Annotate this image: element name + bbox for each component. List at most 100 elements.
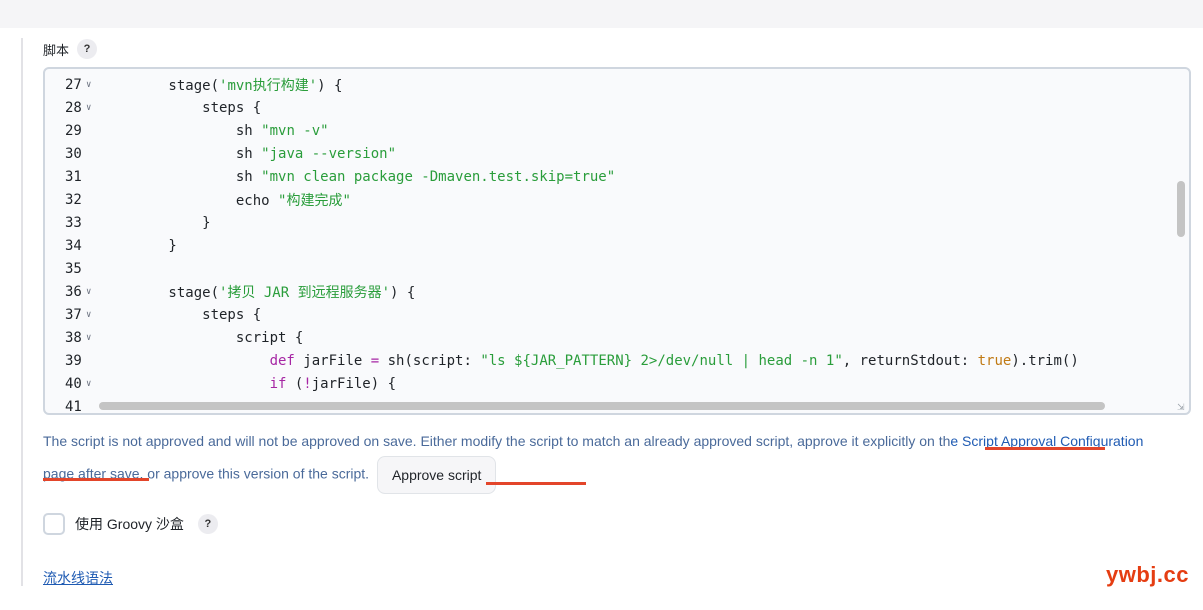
code-text[interactable]: steps { [101,307,1173,323]
code-text[interactable]: sh "mvn -v" [101,123,1173,139]
script-help-icon[interactable]: ? [77,39,98,59]
code-text[interactable]: stage('mvn执行构建') { [101,75,1173,95]
code-token: "ls ${JAR_PATTERN} 2>/dev/null | head -n… [480,352,843,369]
code-line: 29 sh "mvn -v" [45,119,1173,142]
groovy-sandbox-label: 使用 Groovy 沙盒 [75,516,184,532]
code-token: if [101,375,287,392]
code-text[interactable]: script { [101,330,1173,346]
watermark-logo: ywbj.cc [1106,562,1189,587]
horizontal-scrollbar-track [95,401,1173,411]
line-number: 33 [65,214,82,231]
line-number: 34 [65,237,82,254]
line-gutter: 28 ∨ [45,100,101,116]
code-line: 27 ∨ stage('mvn执行构建') { [45,73,1173,96]
code-token: sh(script: [379,352,481,369]
code-line: 31 sh "mvn clean package -Dmaven.test.sk… [45,165,1173,188]
code-text[interactable]: if (!jarFile) { [101,376,1173,392]
fold-chevron-icon[interactable]: ∨ [86,103,98,113]
code-token: true [977,352,1012,369]
code-lines: 27 ∨ stage('mvn执行构建') { 28 ∨ steps { 29 sh "… [45,73,1173,414]
code-token: "mvn clean package -Dmaven.test.skip=tru… [261,168,616,185]
fold-chevron-icon[interactable]: ∨ [86,379,98,389]
code-token: steps { [101,99,262,116]
code-line: 33 } [45,211,1173,234]
code-line: 32 echo "构建完成" [45,188,1173,211]
line-number: 39 [65,352,82,369]
sandbox-help-icon[interactable]: ? [197,514,218,534]
code-line: 38 ∨ script { [45,326,1173,349]
code-token: stage( [101,77,220,94]
code-token: '拷贝 JAR 到远程服务器' [219,284,391,301]
groovy-sandbox-option: 使用 Groovy 沙盒 ? [43,513,218,535]
code-token: "java --version" [261,145,397,162]
code-token: ) { [390,284,416,301]
line-gutter: 39 [45,353,101,369]
line-number: 32 [65,191,82,208]
line-number: 29 [65,122,82,139]
code-token: ).trim() [1011,352,1079,369]
warning-text-before: The script is not approved and will not … [43,433,951,449]
line-gutter: 32 [45,192,101,208]
code-token: sh [101,122,262,139]
line-gutter: 33 [45,215,101,231]
code-token: 'mvn执行构建' [219,77,318,94]
underline-annotation-approve-button [486,482,586,485]
code-text[interactable]: } [101,238,1173,254]
code-text[interactable]: sh "java --version" [101,146,1173,162]
code-text[interactable]: echo "构建完成" [101,190,1173,210]
fold-chevron-icon[interactable]: ∨ [86,287,98,297]
underline-annotation-configuration [43,478,149,481]
line-number: 35 [65,260,82,277]
line-gutter: 40 ∨ [45,376,101,392]
fold-chevron-icon[interactable]: ∨ [86,310,98,320]
code-token: } [101,237,177,254]
code-token: , returnStdout: [842,352,978,369]
line-gutter: 34 [45,238,101,254]
code-line: 37 ∨ steps { [45,303,1173,326]
script-editor[interactable]: 27 ∨ stage('mvn执行构建') { 28 ∨ steps { 29 sh "… [43,67,1191,415]
code-token: jarFile) { [311,375,397,392]
code-text[interactable]: stage('拷贝 JAR 到远程服务器') { [101,282,1173,302]
code-line: 34 } [45,234,1173,257]
code-line: 39 def jarFile = sh(script: "ls ${JAR_PA… [45,349,1173,372]
line-gutter: 31 [45,169,101,185]
code-token: stage( [101,284,220,301]
line-gutter: 41 [45,399,101,414]
pipeline-syntax-link[interactable]: 流水线语法 [43,568,113,588]
line-gutter: 35 [45,261,101,277]
code-text[interactable]: def jarFile = sh(script: "ls ${JAR_PATTE… [101,353,1173,369]
approve-script-button[interactable]: Approve script [376,456,497,494]
horizontal-scrollbar[interactable] [99,402,1105,410]
resize-handle-icon[interactable]: ⇲ [1177,402,1187,412]
code-token: script { [101,329,304,346]
script-field-label: 脚本 ? [43,39,98,59]
line-gutter: 38 ∨ [45,330,101,346]
vertical-scrollbar[interactable] [1177,181,1185,237]
code-line: 28 ∨ steps { [45,96,1173,119]
fold-chevron-icon[interactable]: ∨ [86,80,98,90]
code-token: ) { [317,77,343,94]
code-token: def [101,352,295,369]
line-number: 40 [65,375,82,392]
code-text[interactable]: steps { [101,100,1173,116]
line-gutter: 29 [45,123,101,139]
fold-chevron-icon[interactable]: ∨ [86,333,98,343]
line-number: 30 [65,145,82,162]
line-number: 28 [65,99,82,116]
approval-warning: The script is not approved and will not … [43,426,1153,494]
code-token: sh [101,145,262,162]
code-text[interactable]: } [101,215,1173,231]
code-line: 35 [45,257,1173,280]
groovy-sandbox-checkbox[interactable] [43,513,65,535]
code-token: ( [286,375,304,392]
code-token: = [370,352,380,369]
line-gutter: 30 [45,146,101,162]
line-number: 36 [65,283,82,300]
line-gutter: 36 ∨ [45,284,101,300]
code-token: "构建完成" [278,192,351,209]
script-label-text: 脚本 [43,42,70,58]
code-line: 30 sh "java --version" [45,142,1173,165]
code-line: 36 ∨ stage('拷贝 JAR 到远程服务器') { [45,280,1173,303]
code-text[interactable]: sh "mvn clean package -Dmaven.test.skip=… [101,169,1173,185]
code-token: sh [101,168,262,185]
